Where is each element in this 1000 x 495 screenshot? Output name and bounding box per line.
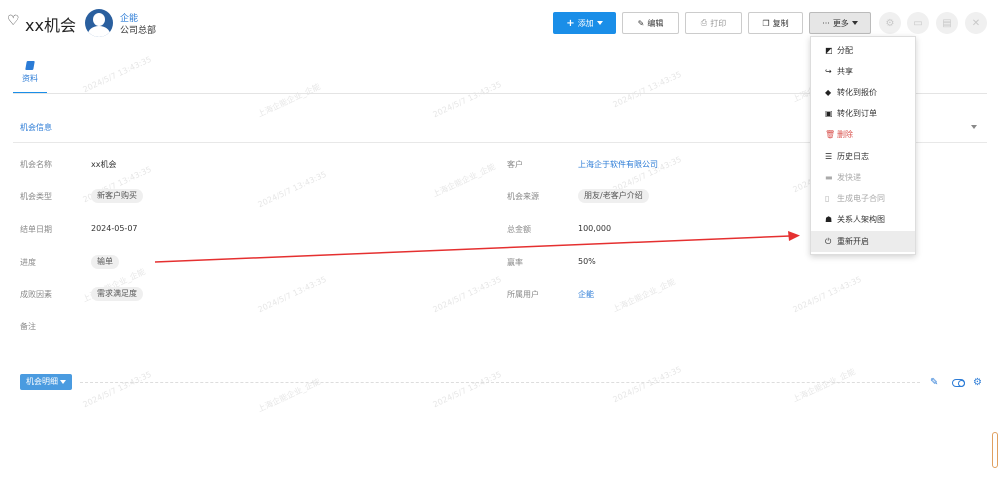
more-dropdown-menu: ◩ 分配 ↪ 共享 ◆ 转化到报价 ▣ 转化到订单 🗑 删除 ☰ 历史日志 ▬ … [810, 36, 916, 255]
menu-item-label: 删除 [837, 130, 853, 139]
menu-item-label: 关系人架构图 [837, 215, 885, 224]
opportunity-detail-button[interactable]: 机会明细 [20, 374, 72, 390]
file-icon: ▯ [825, 194, 830, 203]
list-icon: ☰ [825, 152, 833, 161]
share-icon: ↪ [825, 67, 832, 76]
menu-item-label: 重新开启 [837, 237, 869, 246]
order-icon: ▣ [825, 109, 833, 118]
menu-item-express[interactable]: ▬ 发快递 [811, 167, 915, 188]
sitemap-icon: ☗ [825, 215, 833, 224]
trash-icon: 🗑 [825, 130, 836, 139]
menu-item-label: 转化到订单 [837, 109, 877, 118]
pencil-icon[interactable]: ✎ [930, 377, 938, 388]
menu-item-convert-order[interactable]: ▣ 转化到订单 [811, 103, 915, 124]
menu-item-label: 共享 [837, 67, 853, 76]
quote-icon: ◆ [825, 88, 832, 97]
menu-item-share[interactable]: ↪ 共享 [811, 61, 915, 82]
menu-item-reopen[interactable]: ⏻ 重新开启 [811, 231, 915, 252]
toggle-icon[interactable] [952, 379, 965, 387]
assign-icon: ◩ [825, 46, 833, 55]
menu-item-label: 分配 [837, 46, 853, 55]
gear-icon[interactable]: ⚙ [973, 377, 982, 388]
truck-icon: ▬ [825, 173, 833, 182]
menu-item-label: 历史日志 [837, 152, 869, 161]
menu-item-org-chart[interactable]: ☗ 关系人架构图 [811, 209, 915, 230]
chevron-down-icon [60, 380, 66, 384]
menu-item-label: 转化到报价 [837, 88, 877, 97]
power-icon: ⏻ [825, 236, 832, 246]
menu-item-convert-quote[interactable]: ◆ 转化到报价 [811, 82, 915, 103]
scroll-handle[interactable] [992, 432, 998, 468]
menu-item-delete[interactable]: 🗑 删除 [811, 124, 915, 145]
detail-divider [80, 382, 920, 383]
menu-item-e-contract[interactable]: ▯ 生成电子合同 [811, 188, 915, 209]
menu-item-assign[interactable]: ◩ 分配 [811, 40, 915, 61]
menu-item-label: 生成电子合同 [837, 194, 885, 203]
opportunity-detail-label: 机会明细 [26, 377, 58, 386]
menu-item-history[interactable]: ☰ 历史日志 [811, 146, 915, 167]
menu-item-label: 发快递 [837, 173, 861, 182]
